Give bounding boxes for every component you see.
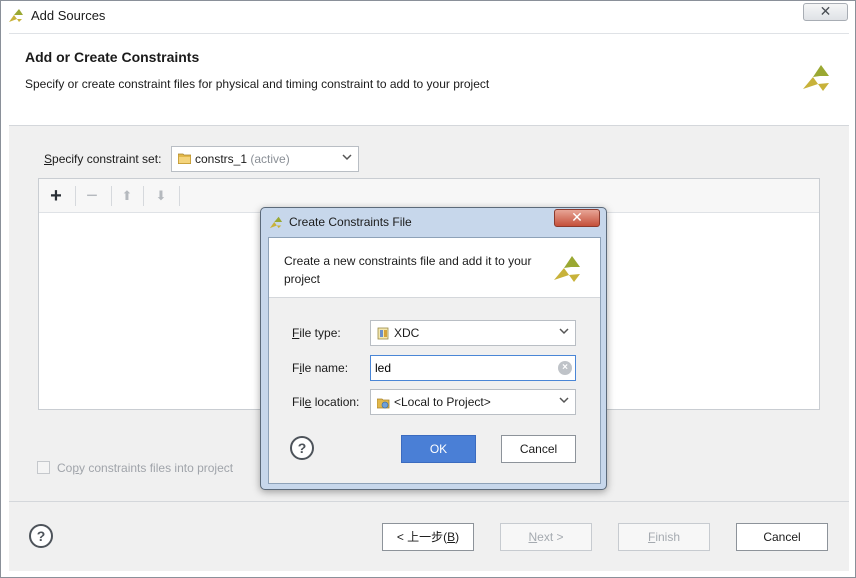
file-name-input[interactable]: [375, 360, 555, 376]
file-type-label: File type:: [292, 326, 341, 340]
file-type-select[interactable]: XDC: [370, 320, 576, 346]
file-type-value: XDC: [394, 326, 420, 340]
folder-icon: [178, 153, 191, 164]
window-title: Add Sources: [31, 8, 106, 23]
vivado-logo-icon: [554, 256, 580, 282]
local-folder-icon: [377, 398, 390, 409]
finish-button[interactable]: Finish: [618, 523, 710, 551]
page-title: Add or Create Constraints: [25, 49, 200, 65]
constraint-set-select[interactable]: constrs_1 (active): [171, 146, 359, 172]
constraint-set-value: constrs_1: [195, 152, 248, 166]
dialog-title: Create Constraints File: [289, 215, 412, 229]
next-button[interactable]: Next >: [500, 523, 592, 551]
copy-constraints-label: Copy constraints files into project: [57, 461, 234, 475]
constraint-set-suffix: (active): [250, 152, 290, 166]
dialog-help-button[interactable]: ?: [290, 436, 314, 460]
vivado-logo-icon: [9, 9, 23, 22]
back-button[interactable]: < 上一步(B): [382, 523, 474, 551]
file-location-value: <Local to Project>: [394, 395, 491, 409]
dialog-close-button[interactable]: ✕: [554, 209, 600, 227]
title-bar[interactable]: Add Sources ✕: [1, 1, 855, 29]
constraint-set-label: Specify constraint set:: [44, 152, 162, 166]
file-name-field[interactable]: ×: [370, 355, 576, 381]
dialog-description: Create a new constraints file and add it…: [284, 254, 532, 286]
file-name-label: File name:: [292, 361, 349, 375]
vivado-logo-icon: [803, 65, 829, 91]
xdc-file-icon: [377, 327, 389, 340]
clear-icon[interactable]: ×: [558, 361, 572, 375]
cancel-button[interactable]: Cancel: [736, 523, 828, 551]
copy-constraints-checkbox[interactable]: [37, 461, 50, 474]
dialog-content: Create a new constraints file and add it…: [268, 237, 601, 484]
chevron-down-icon: [559, 397, 569, 404]
help-button[interactable]: ?: [29, 524, 53, 548]
page-description: Specify or create constraint files for p…: [25, 77, 490, 91]
add-file-button[interactable]: +: [45, 185, 67, 207]
dialog-cancel-button[interactable]: Cancel: [501, 435, 576, 463]
ok-button[interactable]: OK: [401, 435, 476, 463]
file-location-select[interactable]: <Local to Project>: [370, 389, 576, 415]
wizard-footer: ? < 上一步(B) Next > Finish Cancel: [9, 501, 849, 571]
remove-file-button[interactable]: −: [81, 185, 103, 207]
dialog-header: Create a new constraints file and add it…: [269, 238, 600, 298]
chevron-down-icon: [559, 328, 569, 335]
file-location-label: File location:: [292, 395, 360, 409]
vivado-logo-icon: [269, 216, 283, 229]
window-close-button[interactable]: ✕: [803, 3, 848, 21]
move-down-button[interactable]: ⬇: [150, 185, 172, 207]
chevron-down-icon: [342, 154, 352, 161]
move-up-button[interactable]: ⬆: [116, 185, 138, 207]
create-constraints-dialog: Create Constraints File ✕ Create a new c…: [260, 207, 607, 490]
wizard-header: Add or Create Constraints Specify or cre…: [9, 33, 849, 125]
